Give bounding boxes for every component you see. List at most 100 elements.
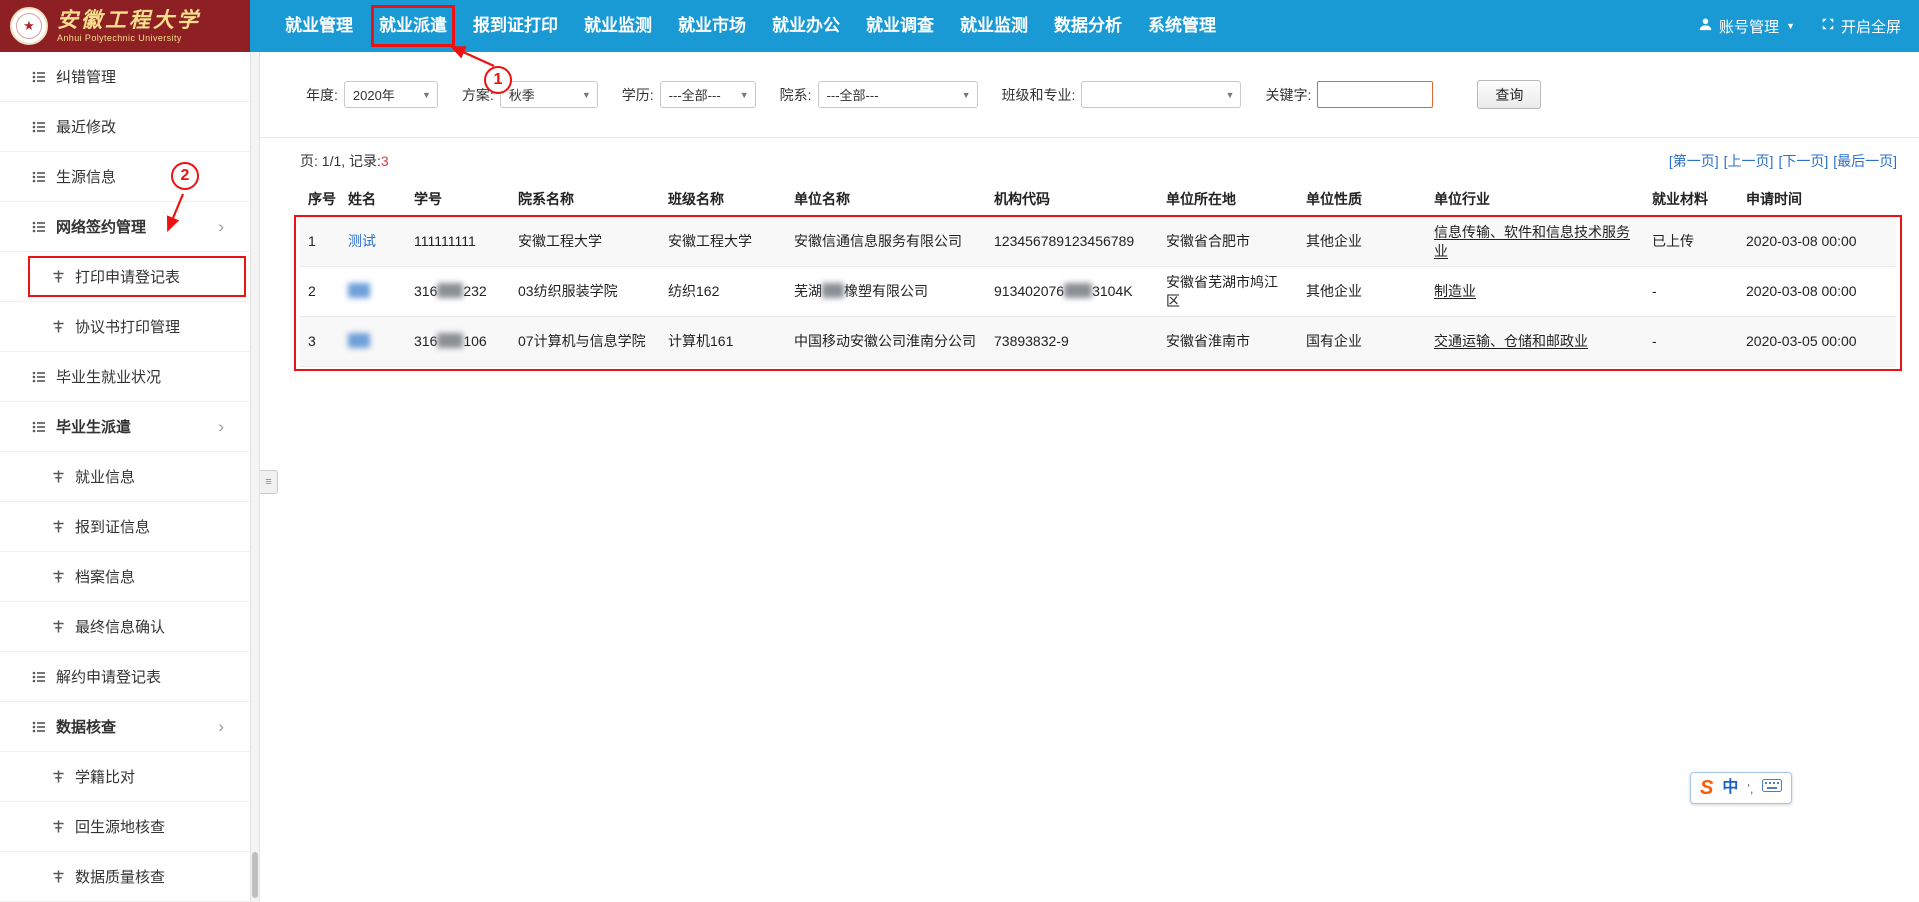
filter-label-5: 关键字: xyxy=(1265,85,1311,105)
sidebar-item-3[interactable]: 网络签约管理 › xyxy=(0,202,250,252)
sidebar-item-1[interactable]: 最近修改 xyxy=(0,102,250,152)
redacted-text xyxy=(822,283,844,298)
ime-toolbar[interactable]: S 中 ', xyxy=(1690,772,1792,804)
page-link-2[interactable]: [下一页] xyxy=(1778,151,1828,171)
cell-r3-c8: 国有企业 xyxy=(1298,317,1426,367)
cell-r1-c9: 信息传输、软件和信息技术服务业 xyxy=(1426,217,1644,267)
top-bar: 安徽工程大学 Anhui Polytechnic University 就业管理… xyxy=(0,0,1919,52)
table-row-3[interactable]: 331610607计算机与信息学院计算机161中国移动安徽公司淮南分公司7389… xyxy=(300,317,1896,367)
sidebar-item-9[interactable]: 报到证信息 xyxy=(0,502,250,552)
menu-list-icon xyxy=(32,720,46,734)
pagination-bar: 页: 1/1, 记录:3 [第一页][上一页][下一页][最后一页] xyxy=(260,144,1919,178)
sidebar-item-label: 网络签约管理 xyxy=(56,216,146,237)
sidebar-item-label: 数据核查 xyxy=(56,716,116,737)
nav-item-1[interactable]: 就业管理 xyxy=(272,0,366,52)
sidebar-item-4[interactable]: 打印申请登记表 xyxy=(0,252,250,302)
filter-bar: 年度:2020年▼方案:秋季▼学历:---全部---▼院系:---全部---▼班… xyxy=(260,52,1919,138)
sidebar-scrollbar[interactable] xyxy=(250,52,260,902)
topbar-right: 账号管理 ▼ 开启全屏 xyxy=(1698,0,1919,52)
university-seal-icon xyxy=(10,7,48,45)
scrollbar-thumb[interactable] xyxy=(252,852,258,898)
sidebar-item-14[interactable]: 学籍比对 xyxy=(0,752,250,802)
col-header-3: 院系名称 xyxy=(510,182,660,217)
page-info: 页: 1/1, 记录:3 xyxy=(300,151,389,171)
account-label: 账号管理 xyxy=(1719,16,1779,37)
sidebar-item-7[interactable]: 毕业生派遣› xyxy=(0,402,250,452)
chevron-right-icon: › xyxy=(218,217,224,237)
sidebar-item-2[interactable]: 生源信息 xyxy=(0,152,250,202)
sidebar-item-8[interactable]: 就业信息 xyxy=(0,452,250,502)
sidebar-item-label: 毕业生就业状况 xyxy=(56,366,161,387)
cell-r3-c0: 3 xyxy=(300,317,340,367)
nav-item-4[interactable]: 就业监测 xyxy=(571,0,665,52)
sidebar-item-15[interactable]: 回生源地核查 xyxy=(0,802,250,852)
filter-select-4[interactable]: ▼ xyxy=(1081,81,1241,108)
sidebar-collapse-handle[interactable]: ≡ xyxy=(260,470,278,494)
sidebar-item-5[interactable]: 协议书打印管理 xyxy=(0,302,250,352)
search-button[interactable]: 查询 xyxy=(1477,80,1541,109)
keyboard-icon[interactable] xyxy=(1762,779,1782,797)
filter-label-3: 院系: xyxy=(780,85,812,105)
menu-sub-icon xyxy=(52,570,65,583)
menu-list-icon xyxy=(32,420,46,434)
menu-list-icon xyxy=(32,670,46,684)
menu-sub-icon xyxy=(52,820,65,833)
nav-item-3[interactable]: 报到证打印 xyxy=(460,0,571,52)
cell-r3-c4: 计算机161 xyxy=(660,317,786,367)
sidebar-item-16[interactable]: 数据质量核查 xyxy=(0,852,250,902)
nav-item-6[interactable]: 就业办公 xyxy=(759,0,853,52)
ime-punctuation-icon[interactable]: ', xyxy=(1747,782,1753,795)
cell-r3-c11: 2020-03-05 00:00 xyxy=(1738,317,1896,367)
cell-r1-c3: 安徽工程大学 xyxy=(510,217,660,267)
menu-list-icon xyxy=(32,370,46,384)
account-menu[interactable]: 账号管理 ▼ xyxy=(1698,16,1795,37)
filter-select-0[interactable]: 2020年▼ xyxy=(344,81,438,108)
nav-item-10[interactable]: 系统管理 xyxy=(1135,0,1229,52)
select-value xyxy=(1090,87,1094,102)
nav-item-5[interactable]: 就业市场 xyxy=(665,0,759,52)
cell-r1-c1[interactable]: 测试 xyxy=(340,217,406,267)
sidebar-menu: 纠错管理最近修改生源信息网络签约管理 › 打印申请登记表协议书打印管理毕业生就业状况… xyxy=(0,52,250,902)
table-row-2[interactable]: 231623203纺织服装学院纺织162芜湖橡塑有限公司913402076310… xyxy=(300,267,1896,317)
nav-item-7[interactable]: 就业调查 xyxy=(853,0,947,52)
menu-sub-icon xyxy=(52,520,65,533)
filter-select-2[interactable]: ---全部---▼ xyxy=(660,81,756,108)
menu-sub-icon xyxy=(52,270,65,283)
fullscreen-button[interactable]: 开启全屏 xyxy=(1821,16,1901,37)
sidebar-item-10[interactable]: 档案信息 xyxy=(0,552,250,602)
filter-fields: 年度:2020年▼方案:秋季▼学历:---全部---▼院系:---全部---▼班… xyxy=(306,81,1457,108)
filter-label-4: 班级和专业: xyxy=(1002,85,1076,105)
chevron-down-icon: ▼ xyxy=(582,90,591,100)
filter-select-3[interactable]: ---全部---▼ xyxy=(818,81,978,108)
sidebar-item-label: 学籍比对 xyxy=(75,766,135,787)
cell-r2-c1[interactable] xyxy=(340,267,406,317)
chevron-down-icon: ▼ xyxy=(1226,90,1235,100)
user-icon xyxy=(1698,17,1713,36)
nav-item-2[interactable]: 就业派遣 xyxy=(366,0,460,52)
keyword-input[interactable] xyxy=(1317,81,1433,108)
sidebar-item-12[interactable]: 解约申请登记表 xyxy=(0,652,250,702)
sidebar-item-13[interactable]: 数据核查› xyxy=(0,702,250,752)
filter-select-1[interactable]: 秋季▼ xyxy=(500,81,598,108)
sidebar-item-6[interactable]: 毕业生就业状况 xyxy=(0,352,250,402)
table-row-1[interactable]: 1测试111111111安徽工程大学安徽工程大学安徽信通信息服务有限公司1234… xyxy=(300,217,1896,267)
cell-r3-c1[interactable] xyxy=(340,317,406,367)
redacted-text xyxy=(1064,283,1092,298)
nav-item-9[interactable]: 数据分析 xyxy=(1041,0,1135,52)
cell-r3-c10: - xyxy=(1644,317,1738,367)
sidebar-item-0[interactable]: 纠错管理 xyxy=(0,52,250,102)
cell-r2-c6: 9134020763104K xyxy=(986,267,1158,317)
cell-r1-c4: 安徽工程大学 xyxy=(660,217,786,267)
chevron-down-icon: ▼ xyxy=(422,90,431,100)
page-link-0[interactable]: [第一页] xyxy=(1669,151,1719,171)
page-link-3[interactable]: [最后一页] xyxy=(1833,151,1897,171)
cell-r2-c0: 2 xyxy=(300,267,340,317)
sidebar-item-11[interactable]: 最终信息确认 xyxy=(0,602,250,652)
cell-r3-c7: 安徽省淮南市 xyxy=(1158,317,1298,367)
ime-language-toggle[interactable]: 中 xyxy=(1722,780,1738,796)
menu-sub-icon xyxy=(52,870,65,883)
filter-label-2: 学历: xyxy=(622,85,654,105)
menu-sub-icon xyxy=(52,320,65,333)
nav-item-8[interactable]: 就业监测 xyxy=(947,0,1041,52)
page-link-1[interactable]: [上一页] xyxy=(1724,151,1774,171)
